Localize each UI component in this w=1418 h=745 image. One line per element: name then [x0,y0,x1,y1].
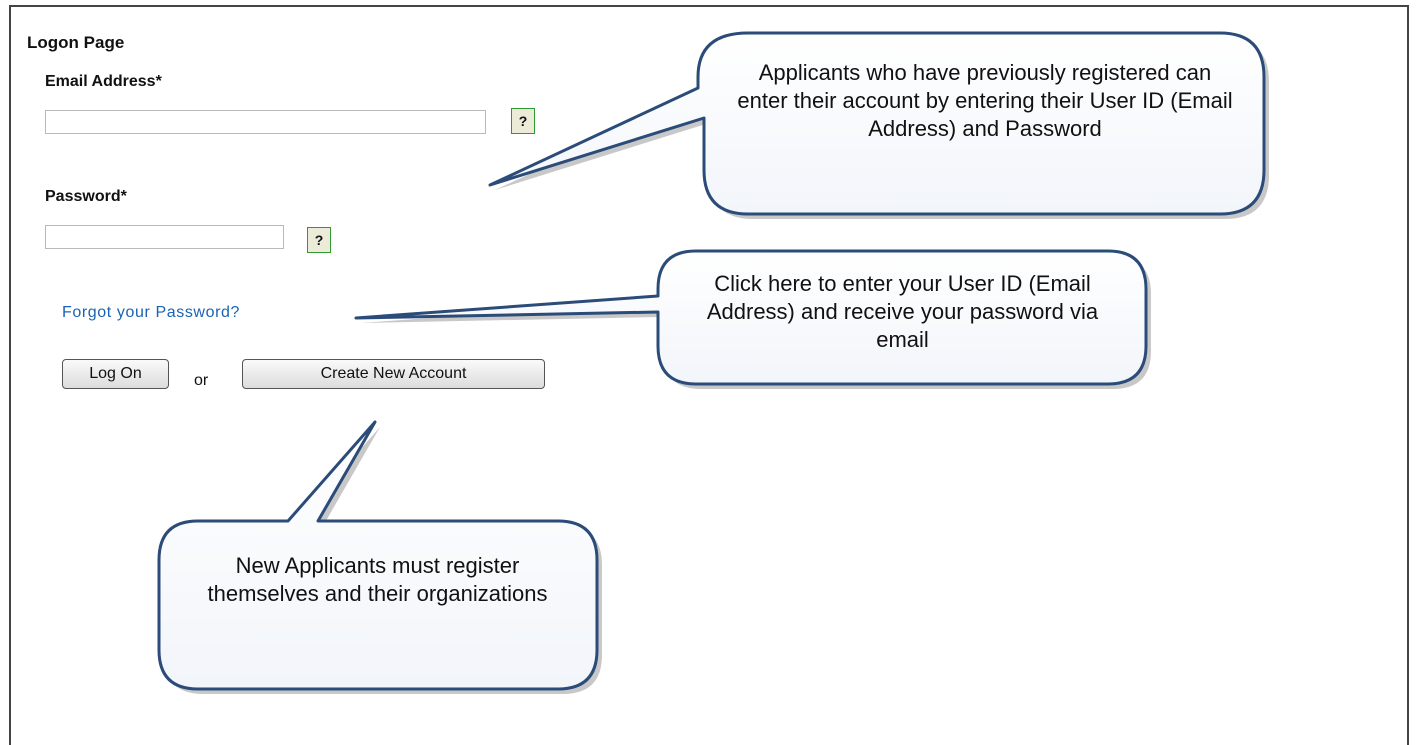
callout-new-applicants-text: New Applicants must register themselves … [207,553,548,606]
callout-forgot-password-text: Click here to enter your User ID (Email … [706,271,1099,352]
callout-previous-applicants-text: Applicants who have previously registere… [737,60,1233,141]
